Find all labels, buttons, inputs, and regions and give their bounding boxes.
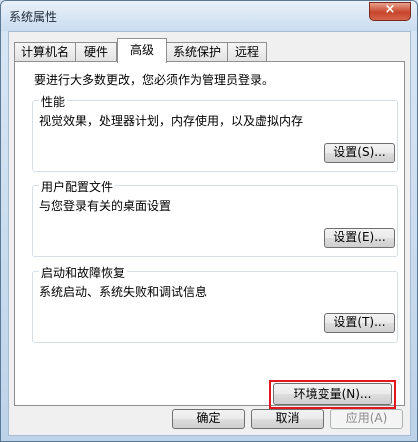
ok-button[interactable]: 确定 (172, 409, 245, 429)
title-bar[interactable]: 系统属性 × (1, 1, 417, 31)
tab-advanced[interactable]: 高级 (117, 38, 167, 63)
startup-recovery-group: 启动和故障恢复 系统启动、系统失败和调试信息 设置(T)... (32, 264, 398, 343)
startup-recovery-title: 启动和故障恢复 (39, 264, 128, 281)
tab-hardware[interactable]: 硬件 (75, 42, 117, 61)
performance-description: 视觉效果，处理器计划，内存使用，以及虚拟内存 (39, 114, 304, 128)
performance-group: 性能 视觉效果，处理器计划，内存使用，以及虚拟内存 设置(S)... (32, 93, 398, 172)
highlight-box (269, 380, 396, 409)
performance-settings-button[interactable]: 设置(S)... (324, 143, 395, 163)
system-properties-window: 系统属性 × 计算机名 硬件 高级 系统保护 远程 要进行大多数更改，您必须作为… (0, 0, 418, 442)
apply-button[interactable]: 应用(A) (330, 409, 403, 429)
tab-remote[interactable]: 远程 (227, 42, 267, 61)
tab-system-protection[interactable]: 系统保护 (166, 42, 228, 61)
dialog-client: 计算机名 硬件 高级 系统保护 远程 要进行大多数更改，您必须作为管理员登录。 … (8, 31, 411, 436)
admin-note: 要进行大多数更改，您必须作为管理员登录。 (34, 73, 275, 87)
close-icon: × (384, 2, 396, 17)
cancel-button[interactable]: 取消 (251, 409, 324, 429)
close-button[interactable]: × (369, 2, 411, 21)
tab-computer-name[interactable]: 计算机名 (14, 42, 76, 61)
user-profiles-settings-button[interactable]: 设置(E)... (324, 228, 395, 248)
user-profiles-group: 用户配置文件 与您登录有关的桌面设置 设置(E)... (32, 178, 398, 257)
startup-recovery-settings-button[interactable]: 设置(T)... (324, 313, 395, 333)
startup-recovery-description: 系统启动、系统失败和调试信息 (39, 285, 208, 299)
user-profiles-description: 与您登录有关的桌面设置 (39, 199, 172, 213)
window-title: 系统属性 (9, 10, 58, 24)
user-profiles-title: 用户配置文件 (39, 178, 116, 195)
advanced-tab-panel: 要进行大多数更改，您必须作为管理员登录。 性能 视觉效果，处理器计划，内存使用，… (14, 61, 405, 409)
performance-title: 性能 (39, 93, 68, 110)
